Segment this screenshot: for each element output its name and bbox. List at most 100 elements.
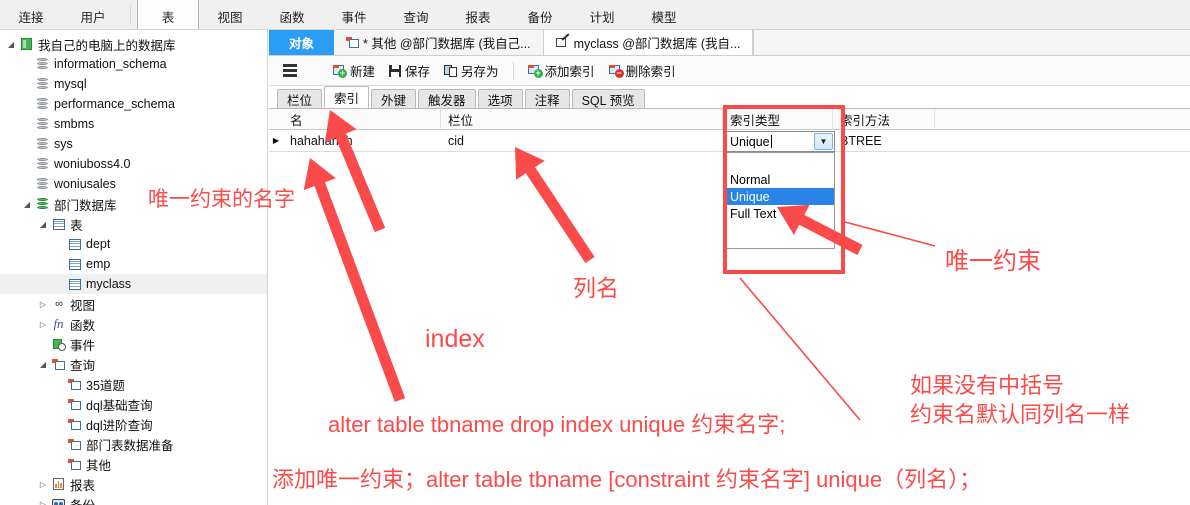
server-icon <box>18 38 35 50</box>
chevron-down-icon[interactable]: ◢ <box>36 360 50 369</box>
chevron-down-icon[interactable]: ▼ <box>814 133 833 150</box>
tree-item-performance_schema[interactable]: performance_schema <box>0 94 267 114</box>
index-type-dropdown-list[interactable]: Normal Unique Full Text <box>725 152 835 249</box>
chevron-right-icon[interactable]: ▷ <box>36 320 50 329</box>
object-tree-sidebar[interactable]: ◢ 我自己的电脑上的数据库 information_schema mysql p… <box>0 30 268 505</box>
dropdown-option-label: Full Text <box>730 206 777 221</box>
editor-tab-query[interactable]: * 其他 @部门数据库 (我自己... <box>334 30 544 55</box>
tree-item-部门表数据准备[interactable]: 部门表数据准备 <box>0 434 267 454</box>
cell-index-name[interactable]: hahahahah <box>283 130 441 151</box>
tree-item-label: 其他 <box>86 458 112 473</box>
save-as-button[interactable]: 另存为 <box>444 61 499 80</box>
tree-item-mysql[interactable]: mysql <box>0 74 267 94</box>
tree-item-备份[interactable]: ▷ 备份 <box>0 494 267 505</box>
ribbon-item-function[interactable]: fn 函数 <box>261 0 323 29</box>
tree-item-emp[interactable]: emp <box>0 254 267 274</box>
tree-item-information_schema[interactable]: information_schema <box>0 54 267 74</box>
save-button[interactable]: 保存 <box>389 61 430 80</box>
editor-tab-bar[interactable]: 对象 * 其他 @部门数据库 (我自己... myclass @部门数据库 (我自.… <box>269 30 1190 56</box>
ribbon-item-query[interactable]: 查询 <box>385 0 447 29</box>
dropdown-option-unique[interactable]: Unique <box>726 188 834 205</box>
tree-item-woniuboss4.0[interactable]: woniuboss4.0 <box>0 154 267 174</box>
index-grid[interactable]: 名栏位 索引类型 索引方法 ▶ hahahahah cid BTREE Unique… <box>269 109 1190 249</box>
editor-tab-design[interactable]: myclass @部门数据库 (我自... <box>543 30 754 55</box>
chevron-down-icon[interactable]: ◢ <box>4 40 18 49</box>
sub-tab-索引[interactable]: 索引 <box>324 86 370 108</box>
editor-tab-label: * 其他 @部门数据库 (我自己... <box>363 37 531 51</box>
designer-sub-tabs[interactable]: 栏位 索引 外键 触发器 选项 注释 SQL 预览 <box>269 86 1190 109</box>
tree-item-函数[interactable]: ▷ fn 函数 <box>0 314 267 334</box>
query-icon <box>66 398 83 410</box>
tree-item-报表[interactable]: ▷ 报表 <box>0 474 267 494</box>
sub-tab-SQL 预览[interactable]: SQL 预览 <box>571 89 645 108</box>
ribbon-item-view[interactable]: 视图 <box>199 0 261 29</box>
tree-item-其他[interactable]: 其他 <box>0 454 267 474</box>
tree-item-label: 部门表数据准备 <box>86 438 174 453</box>
add-index-button[interactable]: + 添加索引 <box>527 61 595 80</box>
database-icon <box>34 158 51 170</box>
sub-tab-label: 栏位 <box>287 93 313 108</box>
tree-item-我自己的电脑上的数据库[interactable]: ◢ 我自己的电脑上的数据库 <box>0 34 267 54</box>
index-type-combobox[interactable]: Unique ▼ <box>725 131 835 152</box>
ribbon-item-user[interactable]: 用户 <box>62 0 124 29</box>
cell-index-method[interactable]: BTREE <box>833 130 935 151</box>
column-header-0[interactable]: 名 <box>283 109 441 129</box>
ribbon-item-model[interactable]: 模型 <box>633 0 695 29</box>
sub-tab-栏位[interactable]: 栏位 <box>277 89 323 108</box>
tree-item-sys[interactable]: sys <box>0 134 267 154</box>
sub-tab-触发器[interactable]: 触发器 <box>418 89 476 108</box>
tree-item-dql进阶查询[interactable]: dql进阶查询 <box>0 414 267 434</box>
column-header-2[interactable]: 索引类型 <box>723 109 833 129</box>
designer-toolbar[interactable]: + 新建 保存 另存为 + 添加索引 − 删除索引 <box>269 56 1190 86</box>
ribbon-item-table[interactable]: 表 <box>137 0 199 29</box>
sub-tab-label: 触发器 <box>428 93 466 108</box>
tree-item-表[interactable]: ◢ 表 <box>0 214 267 234</box>
tree-item-myclass[interactable]: myclass <box>0 274 267 294</box>
hamburger-icon[interactable] <box>283 64 297 77</box>
tree-item-部门数据库[interactable]: ◢ 部门数据库 <box>0 194 267 214</box>
column-header-3[interactable]: 索引方法 <box>833 109 935 129</box>
ribbon-item-label: 备份 <box>527 11 553 25</box>
ribbon-item-backup[interactable]: 备份 <box>509 0 571 29</box>
database-open-icon <box>34 198 51 210</box>
tree-item-查询[interactable]: ◢ 查询 <box>0 354 267 374</box>
query-tab-icon <box>346 37 360 48</box>
tree-item-smbms[interactable]: smbms <box>0 114 267 134</box>
view-icon: ∞ <box>55 298 63 310</box>
tree-item-label: 35道题 <box>86 378 125 393</box>
ribbon-item-report[interactable]: 报表 <box>447 0 509 29</box>
chevron-down-icon[interactable]: ◢ <box>20 200 34 209</box>
tree-item-35道题[interactable]: 35道题 <box>0 374 267 394</box>
dropdown-option-normal[interactable]: Normal <box>726 171 834 188</box>
sub-tab-选项[interactable]: 选项 <box>477 89 523 108</box>
dropdown-option-label: Unique <box>730 189 770 204</box>
sub-tab-注释[interactable]: 注释 <box>524 89 570 108</box>
chevron-right-icon[interactable]: ▷ <box>36 300 50 309</box>
new-icon: + <box>333 64 347 78</box>
ribbon-item-connection[interactable]: 连接 <box>0 0 62 29</box>
main-ribbon-toolbar: 连接 用户 表 视图 fn 函数 事件 查询 报表 备份 计划 模型 <box>0 0 1190 30</box>
tree-item-label: smbms <box>54 117 95 131</box>
new-button[interactable]: + 新建 <box>333 61 375 80</box>
column-header-1[interactable]: 栏位 <box>441 109 723 129</box>
cell-index-field[interactable]: cid <box>441 130 723 151</box>
tree-item-label: 事件 <box>70 338 96 353</box>
sub-tab-外键[interactable]: 外键 <box>371 89 417 108</box>
tree-item-woniusales[interactable]: woniusales <box>0 174 267 194</box>
ribbon-item-schedule[interactable]: 计划 <box>571 0 633 29</box>
main-content-area: 对象 * 其他 @部门数据库 (我自己... myclass @部门数据库 (我自.… <box>269 30 1190 505</box>
editor-tab-object[interactable]: 对象 <box>269 30 335 55</box>
query-icon <box>66 378 83 390</box>
dropdown-option-full-text[interactable]: Full Text <box>726 205 834 222</box>
ribbon-item-event[interactable]: 事件 <box>323 0 385 29</box>
tree-item-事件[interactable]: 事件 <box>0 334 267 354</box>
tree-item-dept[interactable]: dept <box>0 234 267 254</box>
chevron-right-icon[interactable]: ▷ <box>36 500 50 505</box>
delete-index-button[interactable]: − 删除索引 <box>608 61 676 80</box>
chevron-down-icon[interactable]: ◢ <box>36 220 50 229</box>
delete-index-button-label: 删除索引 <box>625 65 676 79</box>
tree-item-label: 查询 <box>70 358 96 373</box>
chevron-right-icon[interactable]: ▷ <box>36 480 50 489</box>
tree-item-dql基础查询[interactable]: dql基础查询 <box>0 394 267 414</box>
tree-item-视图[interactable]: ▷ ∞ 视图 <box>0 294 267 314</box>
